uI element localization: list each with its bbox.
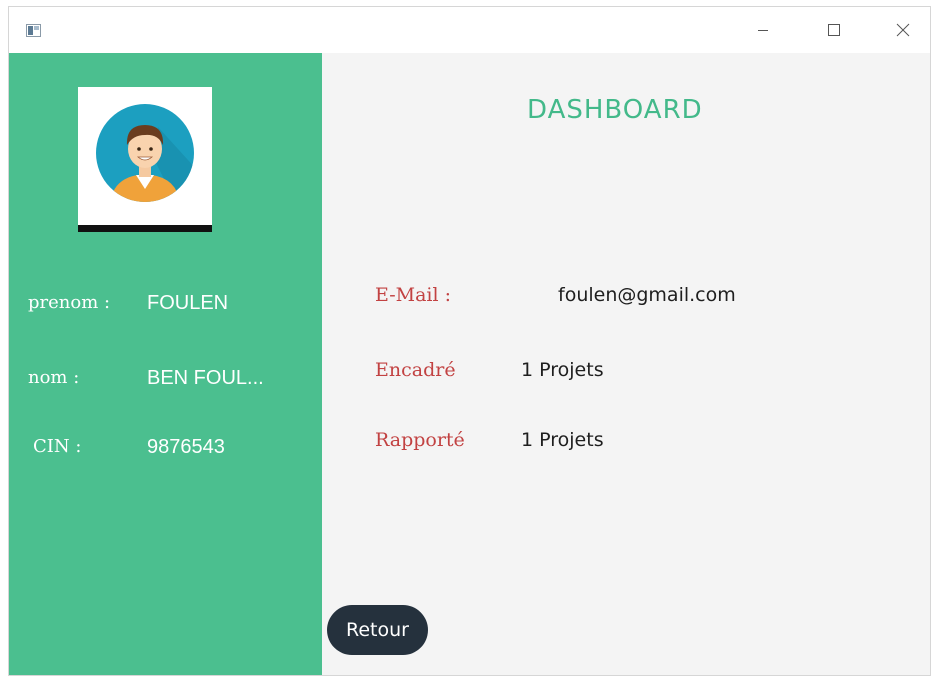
encadre-label: Encadré xyxy=(375,359,456,381)
cin-value: 9876543 xyxy=(147,436,225,458)
app-window: prenom : FOULEN nom : BEN FOUL... CIN : … xyxy=(8,6,931,676)
title-bar xyxy=(9,7,930,53)
maximize-icon xyxy=(828,24,840,36)
minimize-button[interactable] xyxy=(741,13,785,47)
prenom-value: FOULEN xyxy=(147,292,229,314)
close-button[interactable] xyxy=(881,13,925,47)
prenom-label: prenom : xyxy=(28,292,111,313)
email-label: E-Mail : xyxy=(375,284,452,306)
app-window-icon xyxy=(26,22,41,37)
back-button[interactable]: Retour xyxy=(327,605,428,655)
nom-label: nom : xyxy=(28,367,80,388)
nom-value: BEN FOUL... xyxy=(147,367,264,389)
user-avatar-icon xyxy=(78,104,212,232)
encadre-value: 1 Projets xyxy=(521,359,604,381)
email-value: foulen@gmail.com xyxy=(558,284,736,306)
rapporte-label: Rapporté xyxy=(375,429,465,451)
cin-label: CIN : xyxy=(33,436,82,457)
maximize-button[interactable] xyxy=(811,13,855,47)
avatar xyxy=(78,87,212,232)
minimize-icon xyxy=(758,30,768,31)
profile-sidebar: prenom : FOULEN nom : BEN FOUL... CIN : … xyxy=(9,53,322,675)
prenom-row: prenom : FOULEN xyxy=(9,292,322,322)
cin-row: CIN : 9876543 xyxy=(9,436,322,466)
page-title: DASHBOARD xyxy=(527,95,703,125)
nom-row: nom : BEN FOUL... xyxy=(9,367,322,397)
close-icon xyxy=(896,23,910,37)
dashboard-panel: DASHBOARD E-Mail : foulen@gmail.com Enca… xyxy=(322,53,930,675)
rapporte-value: 1 Projets xyxy=(521,429,604,451)
